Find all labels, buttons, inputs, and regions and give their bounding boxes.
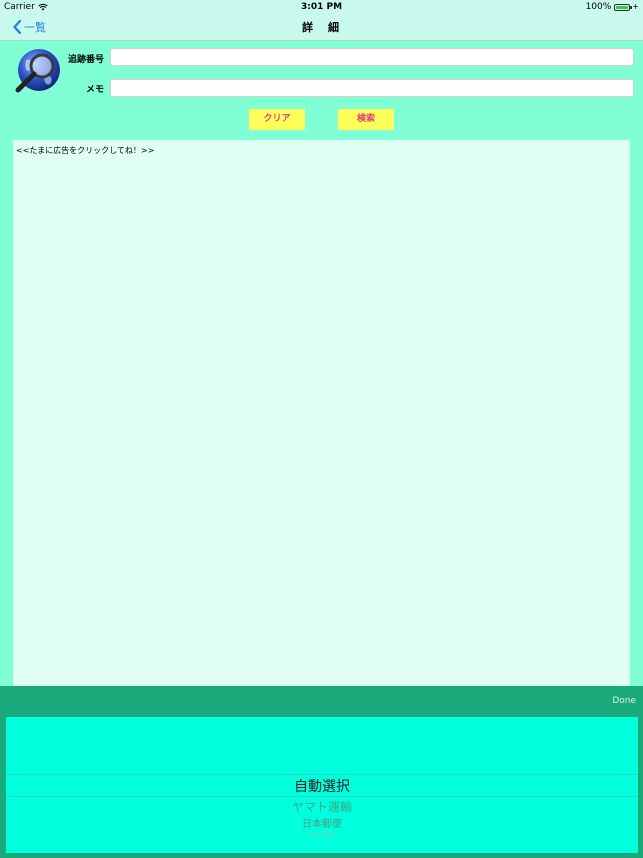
picker-toolbar: Done [0, 686, 643, 717]
status-bar: Carrier 3:01 PM 100% + [0, 0, 643, 14]
memo-input[interactable] [110, 79, 634, 97]
ad-text: <<たまに広告をクリックしてね！>> [16, 146, 155, 155]
carrier-picker[interactable]: 自動選択 ヤマト運輸 日本郵便 佐川急便 [6, 717, 638, 853]
battery-percent: 100% [585, 2, 612, 12]
status-time: 3:01 PM [300, 2, 343, 12]
page-title: 詳 細 [302, 21, 341, 34]
done-button[interactable]: Done [612, 696, 636, 706]
clear-button[interactable]: クリア [249, 109, 305, 130]
picker-option[interactable]: ヤマト運輸 [6, 798, 638, 815]
tracking-number-input[interactable] [110, 48, 634, 66]
picker-selection-line-top [6, 774, 638, 775]
picker-selection-line-bottom [6, 796, 638, 797]
picker-option[interactable]: 佐川急便 [6, 829, 638, 838]
charging-icon: + [632, 2, 639, 11]
picker-option-selected[interactable]: 自動選択 [6, 776, 638, 796]
navigation-bar: 一覧 詳 細 [0, 14, 643, 41]
memo-label: メモ [85, 85, 104, 95]
picker-option[interactable]: 日本郵便 [6, 815, 638, 830]
battery-icon [614, 3, 633, 11]
search-button[interactable]: 検索 [338, 109, 394, 130]
status-battery: 100% + [586, 0, 639, 14]
tracking-number-label: 追跡番号 [67, 55, 104, 65]
picker-frame: 自動選択 ヤマト運輸 日本郵便 佐川急便 [0, 717, 643, 858]
result-area[interactable]: <<たまに広告をクリックしてね！>> [13, 140, 630, 686]
